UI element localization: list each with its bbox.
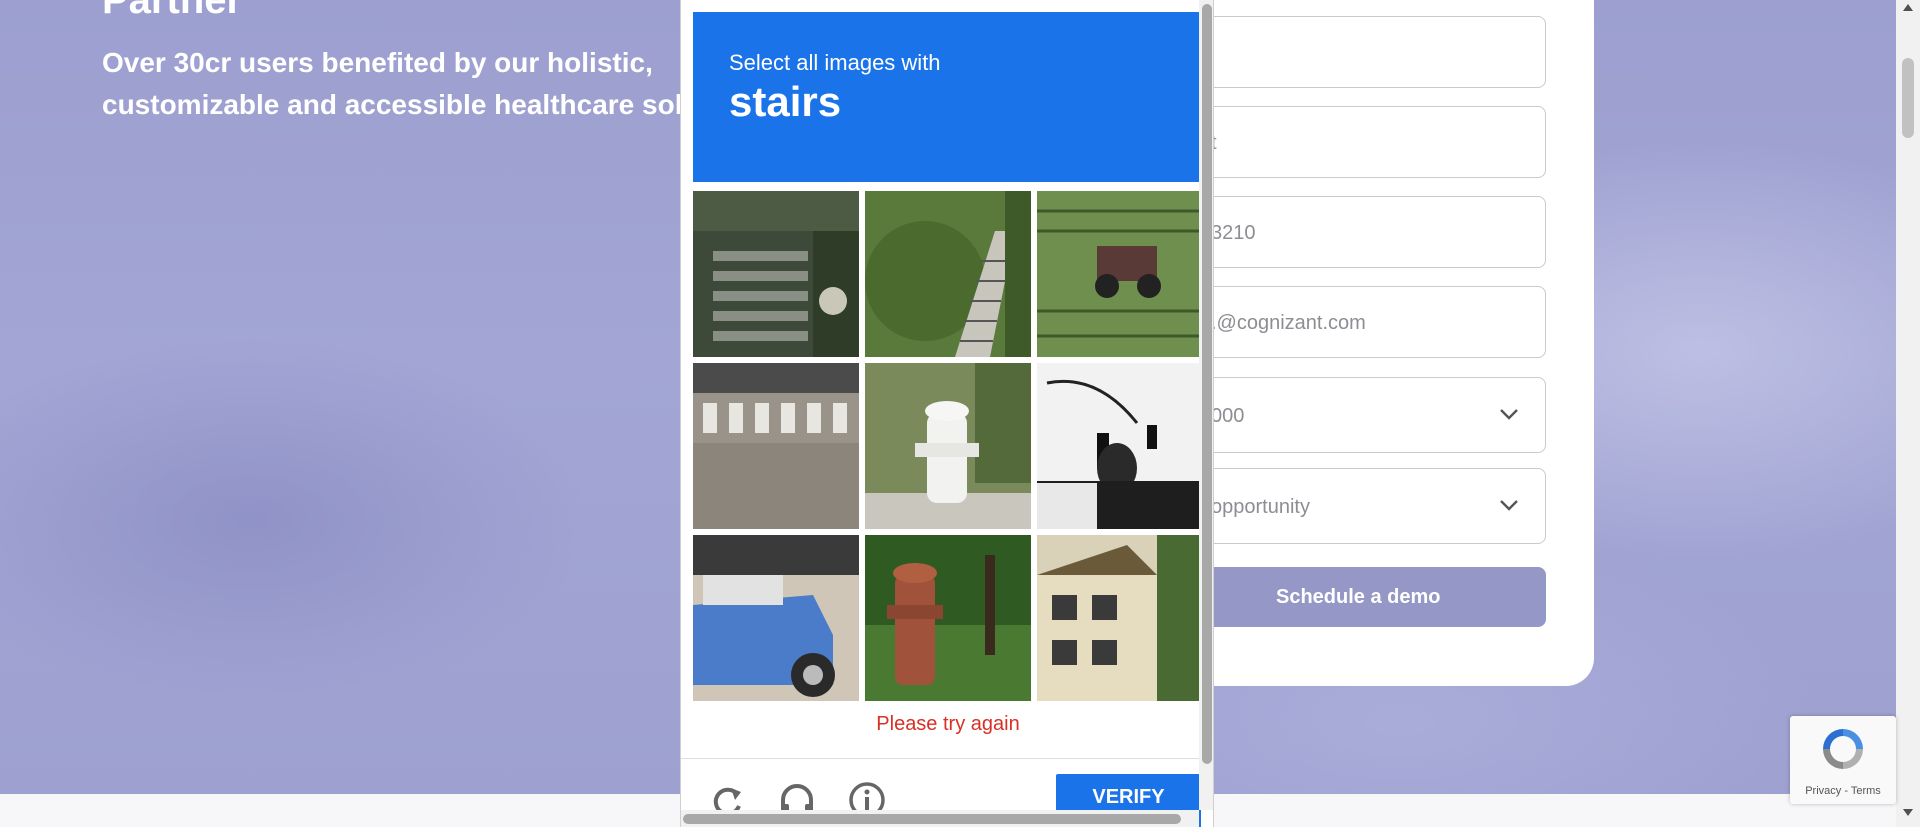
- crosswalk-tile-image: [693, 363, 859, 529]
- captcha-instruction: Select all images with: [729, 50, 941, 75]
- chevron-down-icon: [1500, 500, 1518, 511]
- page-scrollbar-thumb[interactable]: [1902, 58, 1914, 138]
- captcha-tile-fire-hydrant[interactable]: [865, 363, 1031, 529]
- hero-subtitle: Over 30cr users benefited by our holisti…: [102, 42, 702, 126]
- captcha-horizontal-scrollbar-thumb[interactable]: [683, 814, 1181, 824]
- captcha-tile-tractor[interactable]: [1037, 191, 1203, 357]
- schedule-demo-button[interactable]: Schedule a demo: [1180, 567, 1546, 627]
- tractor-field-tile-image: [1037, 191, 1203, 357]
- captcha-tile-red-hydrant[interactable]: [865, 535, 1031, 701]
- size-select[interactable]: 000: [1180, 377, 1546, 453]
- house-tile-image: [1037, 535, 1203, 701]
- stairs-tile-image: [693, 191, 859, 357]
- captcha-vertical-scrollbar[interactable]: [1199, 0, 1213, 810]
- captcha-tile-garden-stairs[interactable]: [865, 191, 1031, 357]
- phone-field[interactable]: 3210: [1180, 196, 1546, 268]
- opportunity-select[interactable]: opportunity: [1180, 468, 1546, 544]
- captcha-tile-house[interactable]: [1037, 535, 1203, 701]
- captcha-horizontal-scrollbar[interactable]: [681, 810, 1199, 827]
- captcha-challenge: Select all images with stairs Please try…: [680, 0, 1214, 827]
- car-tile-image: [693, 535, 859, 701]
- page-scrollbar[interactable]: [1896, 0, 1920, 827]
- email-field-value: .@cognizant.com: [1211, 312, 1366, 334]
- company-field[interactable]: t: [1180, 106, 1546, 178]
- scroll-up-arrow-icon[interactable]: [1903, 4, 1913, 11]
- red-hydrant-tile-image: [865, 535, 1031, 701]
- privacy-terms-link[interactable]: Privacy - Terms: [1790, 785, 1896, 797]
- captcha-tile-stairs[interactable]: [693, 191, 859, 357]
- scroll-down-arrow-icon[interactable]: [1903, 809, 1913, 816]
- garden-stairs-tile-image: [865, 191, 1031, 357]
- recaptcha-logo-icon: [1823, 729, 1863, 769]
- captcha-vertical-scrollbar-thumb[interactable]: [1202, 4, 1212, 764]
- opportunity-select-value: opportunity: [1211, 496, 1310, 518]
- captcha-tile-traffic-light[interactable]: [1037, 363, 1203, 529]
- name-field[interactable]: [1180, 16, 1546, 88]
- hero-subtitle-line2: customizable and accessible healthcare s…: [102, 89, 700, 120]
- size-select-value: 000: [1211, 405, 1245, 427]
- fire-hydrant-tile-image: [865, 363, 1031, 529]
- captcha-error-message: Please try again: [876, 713, 1020, 735]
- captcha-divider: [681, 758, 1213, 759]
- chevron-down-icon: [1500, 409, 1518, 420]
- captcha-tile-crosswalk[interactable]: [693, 363, 859, 529]
- recaptcha-badge[interactable]: Privacy - Terms: [1790, 716, 1896, 804]
- captcha-header: Select all images with stairs: [693, 12, 1213, 182]
- hero-title: Partner: [102, 0, 243, 22]
- captcha-keyword: stairs: [729, 78, 842, 125]
- hero-subtitle-line1: Over 30cr users benefited by our holisti…: [102, 47, 653, 78]
- traffic-light-tile-image: [1037, 363, 1203, 529]
- phone-field-value: 3210: [1211, 222, 1256, 244]
- email-field[interactable]: .@cognizant.com: [1180, 286, 1546, 358]
- captcha-tile-car[interactable]: [693, 535, 859, 701]
